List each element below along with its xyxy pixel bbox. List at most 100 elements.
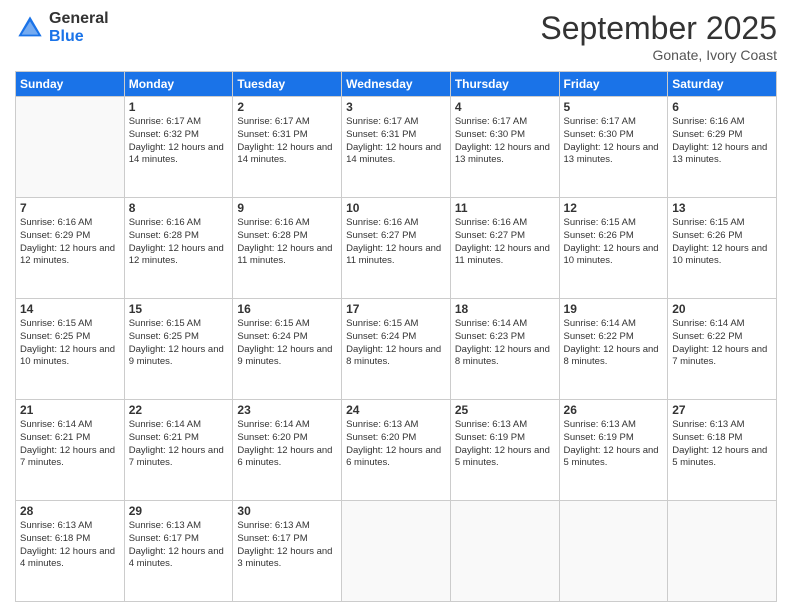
day-info: Sunrise: 6:13 AMSunset: 6:17 PMDaylight:… xyxy=(129,520,229,571)
calendar-cell: 8Sunrise: 6:16 AMSunset: 6:28 PMDaylight… xyxy=(124,198,233,299)
calendar-cell: 29 Sunrise: 6:13 AMSunset: 6:17 PMDayligh… xyxy=(124,501,233,602)
calendar-cell xyxy=(559,501,668,602)
weekday-header-sunday: Sunday xyxy=(16,72,125,97)
day-number: 14 xyxy=(20,302,120,316)
location-subtitle: Gonate, Ivory Coast xyxy=(540,47,777,63)
calendar-cell: 28 Sunrise: 6:13 AMSunset: 6:18 PMDayligh… xyxy=(16,501,125,602)
day-number: 9 xyxy=(237,201,337,215)
day-number: 18 xyxy=(455,302,555,316)
day-number: 15 xyxy=(129,302,229,316)
day-number: 27 xyxy=(672,403,772,417)
header: General Blue September 2025 Gonate, Ivor… xyxy=(15,10,777,63)
week-row-2: 14 Sunrise: 6:15 AMSunset: 6:25 PMDayligh… xyxy=(16,299,777,400)
week-row-4: 28 Sunrise: 6:13 AMSunset: 6:18 PMDayligh… xyxy=(16,501,777,602)
calendar-cell: 6Sunrise: 6:16 AMSunset: 6:29 PMDaylight… xyxy=(668,97,777,198)
day-info: Sunrise: 6:13 AMSunset: 6:18 PMDaylight:… xyxy=(20,520,120,571)
calendar-cell xyxy=(16,97,125,198)
calendar-cell: 7 Sunrise: 6:16 AMSunset: 6:29 PMDaylight… xyxy=(16,198,125,299)
calendar-cell: 14Sunrise: 6:15 AMSunset: 6:25 PMDayligh… xyxy=(16,299,125,400)
day-info: Sunrise: 6:13 AMSunset: 6:20 PMDaylight:… xyxy=(346,419,446,470)
calendar-cell: 15 Sunrise: 6:15 AMSunset: 6:25 PMDayligh… xyxy=(124,299,233,400)
calendar-cell: 9 Sunrise: 6:16 AMSunset: 6:28 PMDaylight… xyxy=(233,198,342,299)
calendar-cell: 3Sunrise: 6:17 AMSunset: 6:31 PMDaylight… xyxy=(342,97,451,198)
calendar-cell: 24 Sunrise: 6:13 AMSunset: 6:20 PMDayligh… xyxy=(342,400,451,501)
day-info: Sunrise: 6:13 AMSunset: 6:19 PMDaylight:… xyxy=(455,419,555,470)
calendar-cell: 17 Sunrise: 6:15 AMSunset: 6:24 PMDayligh… xyxy=(342,299,451,400)
day-info: Sunrise: 6:14 AMSunset: 6:21 PMDaylight:… xyxy=(20,419,120,470)
calendar-cell: 20 Sunrise: 6:14 AMSunset: 6:22 PMDayligh… xyxy=(668,299,777,400)
calendar-cell: 18 Sunrise: 6:14 AMSunset: 6:23 PMDayligh… xyxy=(450,299,559,400)
title-area: September 2025 Gonate, Ivory Coast xyxy=(540,10,777,63)
day-number: 25 xyxy=(455,403,555,417)
day-number: 24 xyxy=(346,403,446,417)
day-info: Sunrise: 6:13 AMSunset: 6:18 PMDaylight:… xyxy=(672,419,772,470)
day-number: 26 xyxy=(564,403,664,417)
calendar-cell: 21 Sunrise: 6:14 AMSunset: 6:21 PMDayligh… xyxy=(16,400,125,501)
calendar-cell: 30Sunrise: 6:13 AMSunset: 6:17 PMDayligh… xyxy=(233,501,342,602)
weekday-header-saturday: Saturday xyxy=(668,72,777,97)
calendar-cell xyxy=(668,501,777,602)
logo-icon xyxy=(15,13,45,43)
day-info: Sunrise: 6:15 AMSunset: 6:24 PMDaylight:… xyxy=(346,318,446,369)
day-number: 4 xyxy=(455,100,555,114)
day-number: 22 xyxy=(129,403,229,417)
weekday-header-thursday: Thursday xyxy=(450,72,559,97)
calendar-cell xyxy=(342,501,451,602)
day-info: Sunrise: 6:14 AMSunset: 6:20 PMDaylight:… xyxy=(237,419,337,470)
calendar-table: SundayMondayTuesdayWednesdayThursdayFrid… xyxy=(15,71,777,602)
week-row-1: 7 Sunrise: 6:16 AMSunset: 6:29 PMDaylight… xyxy=(16,198,777,299)
calendar-cell: 22 Sunrise: 6:14 AMSunset: 6:21 PMDayligh… xyxy=(124,400,233,501)
day-number: 28 xyxy=(20,504,120,518)
day-number: 5 xyxy=(564,100,664,114)
logo-text: General Blue xyxy=(49,10,109,45)
day-info: Sunrise: 6:14 AMSunset: 6:21 PMDaylight:… xyxy=(129,419,229,470)
day-info: Sunrise: 6:17 AMSunset: 6:31 PMDaylight:… xyxy=(346,116,446,167)
day-number: 1 xyxy=(129,100,229,114)
calendar-cell: 16 Sunrise: 6:15 AMSunset: 6:24 PMDayligh… xyxy=(233,299,342,400)
calendar-cell: 4 Sunrise: 6:17 AMSunset: 6:30 PMDaylight… xyxy=(450,97,559,198)
day-info: Sunrise: 6:15 AMSunset: 6:26 PMDaylight:… xyxy=(564,217,664,268)
calendar-cell: 10Sunrise: 6:16 AMSunset: 6:27 PMDayligh… xyxy=(342,198,451,299)
day-info: Sunrise: 6:16 AMSunset: 6:27 PMDaylight:… xyxy=(346,217,446,268)
day-info: Sunrise: 6:17 AMSunset: 6:30 PMDaylight:… xyxy=(455,116,555,167)
day-info: Sunrise: 6:15 AMSunset: 6:24 PMDaylight:… xyxy=(237,318,337,369)
calendar-cell: 1 Sunrise: 6:17 AMSunset: 6:32 PMDaylight… xyxy=(124,97,233,198)
day-number: 17 xyxy=(346,302,446,316)
calendar-cell: 13Sunrise: 6:15 AMSunset: 6:26 PMDayligh… xyxy=(668,198,777,299)
calendar-cell: 25 Sunrise: 6:13 AMSunset: 6:19 PMDayligh… xyxy=(450,400,559,501)
day-number: 13 xyxy=(672,201,772,215)
logo-general-text: General xyxy=(49,10,109,28)
weekday-header-tuesday: Tuesday xyxy=(233,72,342,97)
day-number: 23 xyxy=(237,403,337,417)
calendar-cell: 5Sunrise: 6:17 AMSunset: 6:30 PMDaylight… xyxy=(559,97,668,198)
calendar-cell: 11Sunrise: 6:16 AMSunset: 6:27 PMDayligh… xyxy=(450,198,559,299)
calendar-cell: 19 Sunrise: 6:14 AMSunset: 6:22 PMDayligh… xyxy=(559,299,668,400)
day-number: 21 xyxy=(20,403,120,417)
weekday-header-friday: Friday xyxy=(559,72,668,97)
day-info: Sunrise: 6:14 AMSunset: 6:22 PMDaylight:… xyxy=(564,318,664,369)
day-info: Sunrise: 6:16 AMSunset: 6:28 PMDaylight:… xyxy=(237,217,337,268)
day-info: Sunrise: 6:17 AMSunset: 6:32 PMDaylight:… xyxy=(129,116,229,167)
day-number: 12 xyxy=(564,201,664,215)
calendar-cell: 12 Sunrise: 6:15 AMSunset: 6:26 PMDayligh… xyxy=(559,198,668,299)
day-info: Sunrise: 6:16 AMSunset: 6:27 PMDaylight:… xyxy=(455,217,555,268)
day-info: Sunrise: 6:16 AMSunset: 6:29 PMDaylight:… xyxy=(20,217,120,268)
day-info: Sunrise: 6:13 AMSunset: 6:17 PMDaylight:… xyxy=(237,520,337,571)
day-number: 7 xyxy=(20,201,120,215)
weekday-header-wednesday: Wednesday xyxy=(342,72,451,97)
day-number: 20 xyxy=(672,302,772,316)
day-info: Sunrise: 6:15 AMSunset: 6:25 PMDaylight:… xyxy=(129,318,229,369)
day-number: 19 xyxy=(564,302,664,316)
day-number: 16 xyxy=(237,302,337,316)
week-row-3: 21 Sunrise: 6:14 AMSunset: 6:21 PMDayligh… xyxy=(16,400,777,501)
day-info: Sunrise: 6:14 AMSunset: 6:22 PMDaylight:… xyxy=(672,318,772,369)
week-row-0: 1 Sunrise: 6:17 AMSunset: 6:32 PMDaylight… xyxy=(16,97,777,198)
calendar-cell: 26Sunrise: 6:13 AMSunset: 6:19 PMDayligh… xyxy=(559,400,668,501)
weekday-header-monday: Monday xyxy=(124,72,233,97)
month-title: September 2025 xyxy=(540,10,777,47)
day-number: 29 xyxy=(129,504,229,518)
calendar-cell: 27 Sunrise: 6:13 AMSunset: 6:18 PMDayligh… xyxy=(668,400,777,501)
day-info: Sunrise: 6:17 AMSunset: 6:31 PMDaylight:… xyxy=(237,116,337,167)
calendar-cell: 23 Sunrise: 6:14 AMSunset: 6:20 PMDayligh… xyxy=(233,400,342,501)
day-info: Sunrise: 6:14 AMSunset: 6:23 PMDaylight:… xyxy=(455,318,555,369)
